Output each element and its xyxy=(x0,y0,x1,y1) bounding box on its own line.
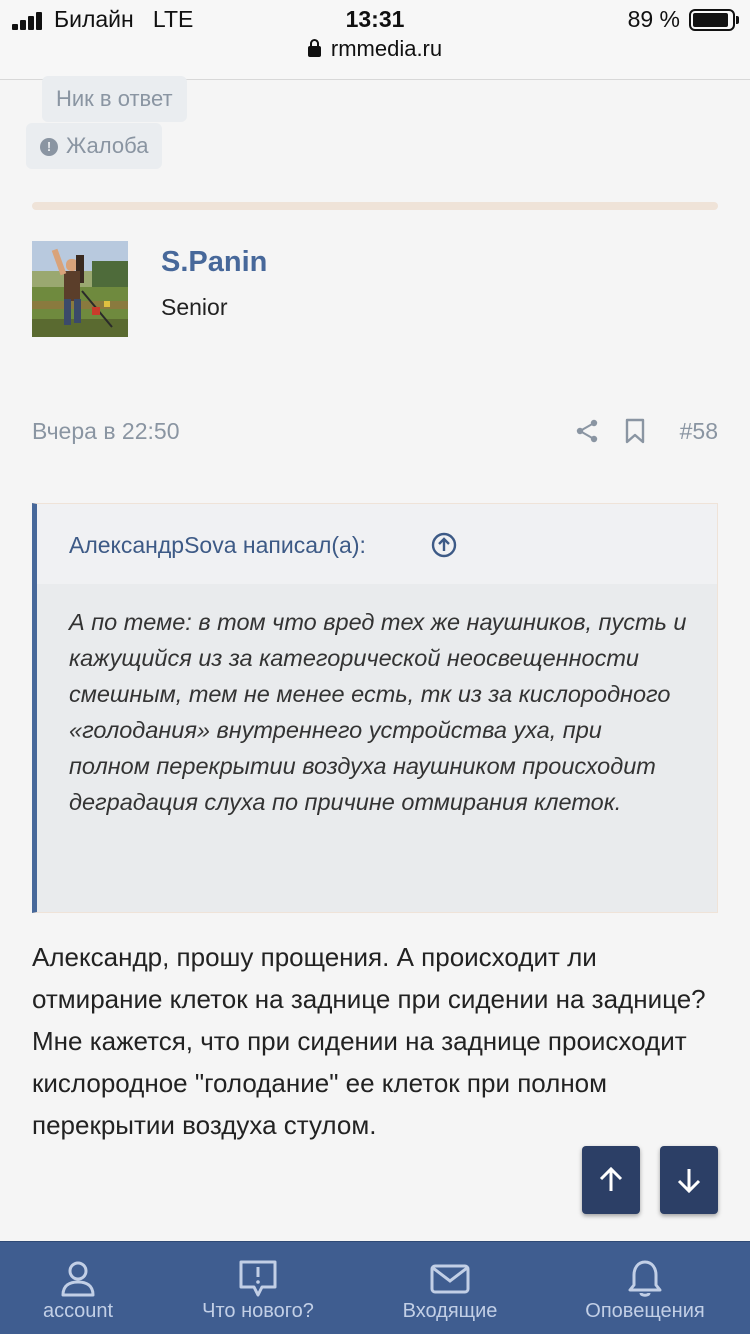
scroll-bottom-button[interactable] xyxy=(660,1146,718,1214)
bookmark-icon[interactable] xyxy=(624,418,646,444)
warning-icon: ! xyxy=(40,138,58,156)
tab-account[interactable]: account xyxy=(0,1242,168,1334)
tab-notifications[interactable]: Оповещения xyxy=(555,1242,735,1334)
post-paragraph: Мне кажется, что при сидении на заднице … xyxy=(32,1026,687,1140)
arrow-up-circle-icon[interactable] xyxy=(431,532,457,558)
page: Билайн LTE 13:31 rmmedia.ru 89 % Ник в о… xyxy=(0,0,750,1334)
speech-bubble-icon xyxy=(239,1260,277,1297)
bottom-tab-bar: account Что нового? Входящие Оповещения xyxy=(0,1241,750,1334)
author-title: Senior xyxy=(161,294,228,320)
quote-author-link[interactable]: АлександрSova написал(а): xyxy=(69,532,366,559)
post-date[interactable]: Вчера в 22:50 xyxy=(32,418,180,445)
lock-icon xyxy=(307,39,321,57)
person-icon xyxy=(61,1261,95,1297)
quote-block: АлександрSova написал(а): А по теме: в т… xyxy=(32,503,718,913)
post-body: Александр, прошу прощения. А происходит … xyxy=(32,936,722,1146)
share-icon[interactable] xyxy=(575,418,599,444)
report-label: Жалоба xyxy=(66,133,149,158)
nick-reply-button[interactable]: Ник в ответ xyxy=(42,76,187,122)
tab-notifications-label: Оповещения xyxy=(585,1300,705,1322)
avatar-image xyxy=(32,241,128,337)
envelope-icon xyxy=(430,1264,470,1294)
arrow-down-icon xyxy=(677,1169,701,1194)
tab-whats-new[interactable]: Что нового? xyxy=(168,1242,348,1334)
post-number-link[interactable]: #58 xyxy=(680,418,718,445)
post-divider xyxy=(32,202,718,210)
tab-inbox[interactable]: Входящие xyxy=(360,1242,540,1334)
tab-account-label: account xyxy=(42,1300,114,1322)
avatar[interactable] xyxy=(32,241,128,337)
tab-whats-new-label: Что нового? xyxy=(202,1300,314,1322)
battery-percent: 89 % xyxy=(627,6,680,32)
scroll-top-button[interactable] xyxy=(582,1146,640,1214)
bell-icon xyxy=(628,1260,662,1297)
battery-icon xyxy=(689,9,739,31)
status-bar: Билайн LTE 13:31 rmmedia.ru 89 % xyxy=(0,0,750,80)
tab-inbox-label: Входящие xyxy=(402,1300,498,1322)
author-name[interactable]: S.Panin xyxy=(161,246,267,279)
arrow-up-icon xyxy=(599,1166,623,1191)
post-paragraph: Александр, прошу прощения. А происходит … xyxy=(32,942,706,1014)
quote-text: А по теме: в том что вред тех же наушник… xyxy=(69,609,687,815)
address-bar[interactable]: rmmedia.ru xyxy=(0,36,750,62)
quote-header: АлександрSova написал(а): xyxy=(37,504,717,584)
report-button[interactable]: ! Жалоба xyxy=(26,123,163,169)
url-text: rmmedia.ru xyxy=(330,36,443,61)
